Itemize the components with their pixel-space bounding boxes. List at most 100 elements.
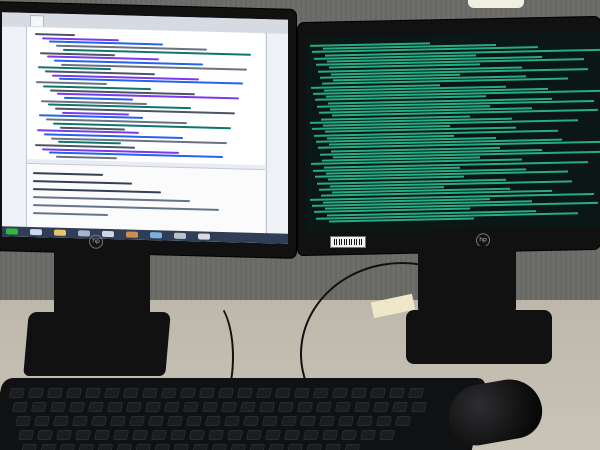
keyboard-key <box>321 430 339 440</box>
keyboard-key <box>52 416 70 426</box>
keyboard-key <box>182 402 200 412</box>
keyboard-key <box>201 402 219 412</box>
keyboard-key <box>33 416 51 426</box>
keyboard-key <box>147 416 165 426</box>
keyboard-key <box>144 402 162 412</box>
left-monitor-screen <box>2 12 288 244</box>
office-desk-photo: hp hp <box>0 0 600 450</box>
keyboard-key <box>350 388 368 398</box>
keyboard-key <box>226 430 244 440</box>
keyboard-key <box>163 402 181 412</box>
keyboard-key <box>280 416 298 426</box>
keyboard-key <box>318 416 336 426</box>
keyboard-key <box>27 388 45 398</box>
keyboard-key <box>391 402 409 412</box>
keyboard-key <box>160 388 178 398</box>
keyboard-key <box>369 388 387 398</box>
keyboard-key <box>375 416 393 426</box>
keyboard-key <box>261 416 279 426</box>
keyboard-key <box>112 430 130 440</box>
taskbar-icon <box>174 232 186 240</box>
left-monitor-base <box>23 312 171 376</box>
right-monitor-screen <box>306 30 600 233</box>
keyboard-key <box>264 430 282 440</box>
keyboard-key <box>207 430 225 440</box>
keyboard-key <box>283 430 301 440</box>
keyboard-key <box>359 430 377 440</box>
keyboard-key <box>71 416 89 426</box>
code-line <box>64 96 133 101</box>
keyboard-key <box>17 430 35 440</box>
console-line <box>33 188 161 194</box>
keyboard-key <box>242 416 260 426</box>
console-line <box>33 172 103 176</box>
keyboard-key <box>188 430 206 440</box>
keyboard-key <box>125 402 143 412</box>
keyboard-key <box>274 388 292 398</box>
keyboard-key <box>134 444 152 450</box>
keyboard-key <box>302 430 320 440</box>
keyboard-key <box>115 444 133 450</box>
taskbar-icon <box>78 230 90 237</box>
keyboard-key <box>248 444 266 450</box>
keyboard-key <box>87 402 105 412</box>
keyboard-key <box>172 444 190 450</box>
keyboard-key <box>340 430 358 440</box>
keyboard-key <box>109 416 127 426</box>
ide-console-panel <box>27 162 265 235</box>
keyboard-key <box>153 444 171 450</box>
asset-tag-sticker <box>330 236 366 248</box>
left-monitor-stand <box>54 250 150 316</box>
keyboard-key <box>204 416 222 426</box>
keyboard-key <box>305 444 323 450</box>
keyboard-key <box>8 388 26 398</box>
keyboard-key <box>39 444 57 450</box>
keyboard <box>0 378 488 450</box>
barcode <box>334 239 362 245</box>
keyboard-key <box>312 388 330 398</box>
keyboard-key <box>217 388 235 398</box>
taskbar-icon <box>150 232 162 239</box>
keyboard-key <box>277 402 295 412</box>
keyboard-key <box>179 388 197 398</box>
keyboard-key <box>286 444 304 450</box>
keyboard-key <box>255 388 273 398</box>
keyboard-key <box>299 416 317 426</box>
console-line <box>33 196 190 203</box>
keyboard-key <box>293 388 311 398</box>
keyboard-key <box>245 430 263 440</box>
ceiling-light <box>468 0 524 8</box>
keyboard-key <box>68 402 86 412</box>
ide-editor-tab <box>30 14 44 27</box>
ide-project-panel <box>2 26 27 227</box>
keyboard-key <box>14 416 32 426</box>
keyboard-key <box>223 416 241 426</box>
keyboard-key <box>169 430 187 440</box>
ide-code-editor <box>27 26 265 166</box>
keyboard-key <box>331 388 349 398</box>
keyboard-key <box>150 430 168 440</box>
keyboard-key <box>334 402 352 412</box>
keyboard-key <box>58 444 76 450</box>
keyboard-key <box>191 444 209 450</box>
keyboard-key <box>239 402 257 412</box>
keyboard-key <box>198 388 216 398</box>
right-monitor: hp <box>298 16 600 256</box>
keyboard-key <box>128 416 146 426</box>
left-monitor: hp <box>0 2 296 258</box>
keyboard-key <box>372 402 390 412</box>
keyboard-key <box>122 388 140 398</box>
keyboard-key <box>296 402 314 412</box>
keyboard-key <box>141 388 159 398</box>
keyboard-key <box>74 430 92 440</box>
keyboard-key <box>106 402 124 412</box>
ide-outline-panel <box>266 33 288 234</box>
console-line <box>33 212 108 217</box>
keyboard-key <box>407 388 425 398</box>
keyboard-key <box>220 402 238 412</box>
keyboard-key <box>55 430 73 440</box>
taskbar-icon <box>6 228 18 235</box>
keyboard-key <box>185 416 203 426</box>
keyboard-key <box>77 444 95 450</box>
code-line <box>56 155 117 160</box>
